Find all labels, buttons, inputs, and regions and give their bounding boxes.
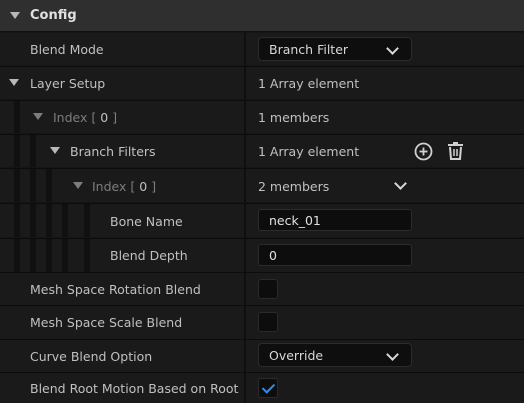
index-label: Index [ 0 ] (53, 110, 118, 125)
curve-blend-option-value: Override (269, 348, 324, 363)
expand-arrow-icon[interactable] (9, 79, 19, 86)
mesh-scale-blend-label: Mesh Space Scale Blend (30, 315, 183, 330)
row-blend-root-motion: Blend Root Motion Based on Root B... (0, 373, 524, 403)
row-branch-filters: Branch Filters 1 Array element (0, 135, 524, 167)
row-mesh-scale-blend: Mesh Space Scale Blend (0, 306, 524, 339)
blend-root-motion-label: Blend Root Motion Based on Root B... (30, 381, 242, 396)
branch-filters-value: 1 Array element (258, 144, 360, 159)
index-value: 1 members (258, 110, 330, 125)
row-index-0: Index [ 0 ] 1 members (0, 101, 524, 133)
curve-blend-option-dropdown[interactable]: Override (258, 343, 412, 367)
collapse-arrow-icon[interactable] (10, 12, 20, 19)
row-bone-name: Bone Name neck_01 (0, 204, 524, 237)
bone-name-value: neck_01 (269, 213, 321, 228)
blend-mode-label: Blend Mode (30, 42, 104, 57)
branch-filters-label: Branch Filters (70, 144, 156, 159)
chevron-down-icon (386, 348, 399, 361)
plus-circle-icon[interactable] (414, 142, 433, 161)
blend-mode-dropdown[interactable]: Branch Filter (258, 37, 412, 61)
row-layer-setup: Layer Setup 1 Array element (0, 67, 524, 99)
mesh-rotation-blend-label: Mesh Space Rotation Blend (30, 282, 201, 297)
details-panel: Config Blend Mode Branch Filter Layer Se… (0, 0, 524, 403)
layer-setup-label: Layer Setup (30, 76, 106, 91)
row-index-0-inner: Index [ 0 ] 2 members (0, 169, 524, 202)
bone-name-label: Bone Name (110, 214, 183, 229)
index-inner-value: 2 members (258, 179, 330, 194)
mesh-scale-blend-checkbox[interactable] (258, 312, 278, 332)
trash-icon[interactable] (446, 141, 465, 161)
layer-setup-value: 1 Array element (258, 76, 360, 91)
expand-arrow-icon[interactable] (73, 182, 83, 189)
blend-depth-input[interactable]: 0 (258, 244, 412, 266)
bone-name-input[interactable]: neck_01 (258, 209, 412, 231)
mesh-rotation-blend-checkbox[interactable] (258, 279, 278, 299)
expand-arrow-icon[interactable] (50, 147, 60, 154)
row-blend-depth: Blend Depth 0 (0, 239, 524, 272)
blend-root-motion-checkbox[interactable] (258, 378, 278, 398)
row-curve-blend-option: Curve Blend Option Override (0, 340, 524, 372)
row-mesh-rotation-blend: Mesh Space Rotation Blend (0, 273, 524, 305)
section-title: Config (30, 8, 77, 23)
chevron-down-icon[interactable] (394, 177, 407, 190)
blend-depth-value: 0 (269, 248, 277, 263)
curve-blend-option-label: Curve Blend Option (30, 349, 153, 364)
blend-depth-label: Blend Depth (110, 248, 188, 263)
index-label: Index [ 0 ] (92, 179, 157, 194)
checkmark-icon (261, 380, 276, 394)
config-section-header[interactable]: Config (0, 0, 524, 32)
blend-mode-value: Branch Filter (269, 42, 349, 57)
row-blend-mode: Blend Mode Branch Filter (0, 33, 524, 65)
expand-arrow-icon[interactable] (33, 113, 43, 120)
chevron-down-icon (386, 42, 399, 55)
